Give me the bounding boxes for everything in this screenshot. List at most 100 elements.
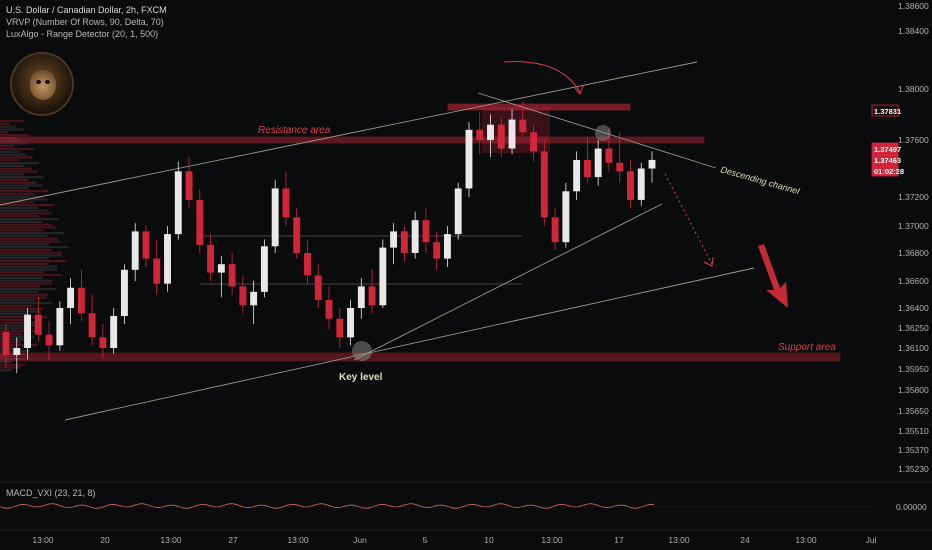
volume-profile-bar: [0, 363, 26, 366]
key-level-label: Key level: [339, 372, 383, 383]
volume-profile-bar: [0, 148, 34, 151]
volume-profile-bar: [0, 310, 42, 313]
volume-profile-bar: [0, 190, 49, 193]
candle-body: [379, 247, 387, 306]
candle-body: [605, 148, 613, 163]
candle-body: [487, 124, 494, 140]
support-label: Support area: [778, 342, 836, 353]
candle-body: [142, 231, 150, 259]
candle-body: [443, 234, 451, 259]
symbol-title[interactable]: U.S. Dollar / Canadian Dollar, 2h, FXCM: [6, 4, 167, 16]
y-tick-label: 1.36600: [898, 276, 929, 286]
y-tick-label: 1.37600: [898, 135, 929, 145]
x-tick-label: 24: [740, 535, 750, 545]
candle-body: [282, 188, 290, 218]
volume-profile-bar: [0, 192, 34, 195]
y-tick-label: 1.38000: [898, 84, 929, 94]
candle-body: [530, 132, 538, 152]
candle-body: [13, 348, 21, 355]
candle-body: [153, 258, 161, 284]
volume-profile-bar: [0, 302, 52, 305]
x-tick-label: 13:00: [287, 535, 309, 545]
candle-body: [67, 287, 75, 308]
volume-profile-bar: [0, 209, 48, 212]
y-tick-label: 1.38600: [898, 1, 929, 11]
volume-profile-bar: [0, 176, 44, 179]
candle-body: [422, 220, 430, 243]
candle: [465, 122, 473, 197]
y-tick-label: 1.37200: [898, 192, 929, 202]
y-tick-label: 1.36100: [898, 343, 929, 353]
candle-body: [497, 124, 505, 149]
y-tick-label: 1.35370: [898, 445, 929, 455]
x-tick-label: 13:00: [668, 535, 690, 545]
y-tick-label: 1.35950: [898, 364, 929, 374]
candle: [454, 182, 462, 240]
candle: [540, 140, 548, 226]
candle-body: [293, 217, 301, 253]
volume-profile-bar: [0, 299, 35, 302]
volume-profile-bar: [0, 220, 43, 223]
candle-body: [368, 286, 376, 306]
x-tick-label: 27: [228, 535, 238, 545]
y-tick-label: 1.35510: [898, 426, 929, 436]
indicator-vrvp[interactable]: VRVP (Number Of Rows, 90, Delta, 70): [6, 16, 167, 28]
price-chart[interactable]: Resistance areaSupport areaKey levelDesc…: [0, 0, 932, 550]
chart-legend: U.S. Dollar / Canadian Dollar, 2h, FXCM …: [6, 4, 167, 40]
candle-body: [88, 313, 96, 338]
y-tick-label: 1.35800: [898, 385, 929, 395]
volume-profile-bar: [0, 265, 58, 268]
volume-profile-bar: [0, 134, 29, 137]
volume-profile-bar: [0, 274, 62, 277]
candle: [174, 161, 182, 240]
candle-body: [454, 188, 462, 235]
volume-profile-bar: [0, 218, 59, 221]
x-tick-label: Jul: [866, 535, 877, 545]
volume-profile-bar: [0, 271, 45, 274]
volume-profile-bar: [0, 229, 44, 232]
y-tick-label: 1.38400: [898, 26, 929, 36]
x-tick-label: 13:00: [795, 535, 817, 545]
candle-body: [508, 119, 516, 149]
x-tick-label: 5: [423, 535, 428, 545]
volume-profile-bar: [0, 318, 28, 321]
price-tag-label: 01:02:28: [874, 167, 904, 176]
candle: [562, 182, 570, 248]
volume-profile-bar: [0, 178, 29, 181]
y-tick-label: 1.36800: [898, 248, 929, 258]
volume-profile-bar: [0, 232, 64, 235]
volume-profile-bar: [0, 150, 20, 153]
volume-profile-bar: [0, 156, 33, 159]
volume-profile-bar: [0, 307, 44, 310]
volume-profile-bar: [0, 167, 32, 170]
x-tick-label: Jun: [353, 535, 367, 545]
volume-profile-bar: [0, 128, 24, 131]
volume-profile-bar: [0, 125, 16, 128]
candle-body: [476, 129, 484, 140]
candle-body: [77, 287, 85, 314]
y-tick-label: 1.35230: [898, 464, 929, 474]
candle-body: [583, 159, 591, 178]
indicator-range-detector[interactable]: LuxAlgo - Range Detector (20, 1, 500): [6, 28, 167, 40]
x-tick-label: 13:00: [541, 535, 563, 545]
volume-profile-bar: [0, 120, 24, 123]
volume-profile-bar: [0, 257, 50, 260]
candle-body: [185, 171, 193, 200]
volume-profile-bar: [0, 366, 21, 369]
volume-profile-bar: [0, 187, 29, 190]
candle-body: [99, 337, 107, 348]
monkey-logo-icon: [10, 52, 74, 116]
volume-profile-bar: [0, 279, 53, 282]
chart-stage: Resistance area Support area Key level Desc…: [0, 0, 932, 550]
candle-body: [271, 188, 279, 247]
candle-body: [648, 159, 656, 169]
candle-body: [250, 291, 258, 306]
y-tick-label: 1.36400: [898, 303, 929, 313]
candle-body: [325, 299, 333, 319]
macd-label[interactable]: MACD_VXI (23, 21, 8): [6, 488, 96, 498]
volume-profile-bar: [0, 304, 33, 307]
candle-body: [616, 162, 624, 172]
candle-body: [56, 308, 64, 346]
volume-profile-bar: [0, 122, 11, 125]
candle-body: [519, 119, 527, 133]
